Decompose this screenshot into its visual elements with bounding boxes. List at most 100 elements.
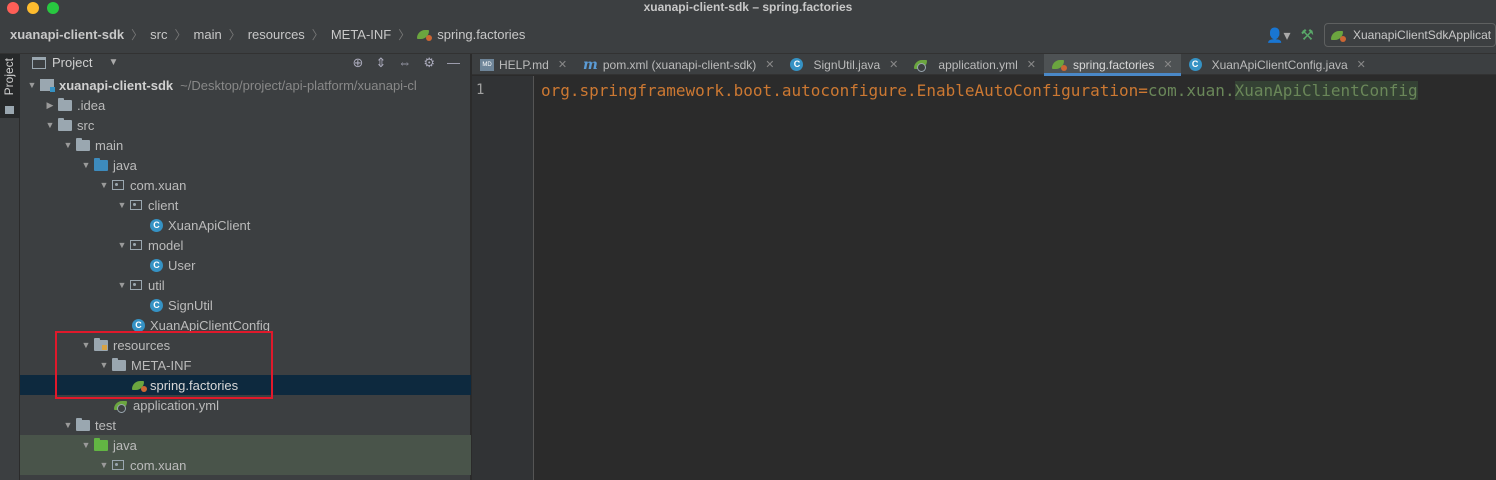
chevron-down-icon[interactable]: ▼ <box>114 280 130 290</box>
expand-all-icon[interactable]: ⇕ <box>375 55 386 71</box>
tree-node-class[interactable]: C User <box>20 255 471 275</box>
chevron-down-icon: ▼ <box>108 57 119 68</box>
tree-node-resources-folder[interactable]: ▼ resources <box>20 335 471 355</box>
tree-node-label: com.xuan <box>130 457 187 473</box>
spring-icon <box>417 30 433 41</box>
property-equals: = <box>1138 81 1148 100</box>
spring-icon <box>1051 60 1067 71</box>
code-line[interactable]: org.springframework.boot.autoconfigure.E… <box>541 81 1418 100</box>
editor-tab-bar: MD HELP.md ✕ m pom.xml (xuanapi-client-s… <box>472 54 1496 76</box>
code-editor[interactable]: 1 org.springframework.boot.autoconfigure… <box>472 76 1496 480</box>
chevron-down-icon[interactable]: ▼ <box>96 180 112 190</box>
project-tool-window-tab[interactable]: Project <box>0 54 20 118</box>
close-icon[interactable]: ✕ <box>1357 58 1366 71</box>
tab-label: XuanApiClientConfig.java <box>1211 57 1348 72</box>
folder-icon <box>112 357 126 371</box>
tree-node-folder[interactable]: ▼ main <box>20 135 471 155</box>
tree-node-test-folder[interactable]: ▼ java <box>20 435 471 455</box>
chevron-down-icon[interactable]: ▼ <box>78 340 94 350</box>
run-configuration-selector[interactable]: XuanapiClientSdkApplicat <box>1324 23 1496 47</box>
tree-node-package[interactable]: ▼ util <box>20 275 471 295</box>
tab-spring-factories[interactable]: spring.factories ✕ <box>1043 54 1181 76</box>
chevron-down-icon[interactable]: ▼ <box>78 160 94 170</box>
markdown-icon: MD <box>480 58 494 71</box>
folder-icon <box>76 137 90 151</box>
run-configuration-label: XuanapiClientSdkApplicat <box>1353 28 1492 42</box>
user-icon[interactable]: 👤▾ <box>1266 27 1290 44</box>
tree-node-package[interactable]: ▼ client <box>20 195 471 215</box>
chevron-down-icon[interactable]: ▼ <box>42 120 58 130</box>
tree-node-label: .idea <box>77 97 106 113</box>
close-icon[interactable]: ✕ <box>558 58 567 71</box>
tree-node-label: util <box>148 277 165 293</box>
breadcrumb-separator-icon: 〉 <box>398 28 411 42</box>
module-folder-icon <box>40 79 55 92</box>
tree-node-label: com.xuan <box>130 177 187 193</box>
project-panel-header: Project ▼ ⊕ ⇕ ⇔ ⚙ — <box>20 54 470 73</box>
package-icon <box>112 460 124 470</box>
tree-node-yml[interactable]: application.yml <box>20 395 471 415</box>
tree-node-label: xuanapi-client-sdk <box>59 77 174 93</box>
tab-label: SignUtil.java <box>813 57 881 72</box>
locate-file-icon[interactable]: ⊕ <box>353 55 364 71</box>
collapse-all-icon[interactable]: ⇔ <box>398 55 411 71</box>
close-icon[interactable]: ✕ <box>765 58 774 71</box>
tree-node-class[interactable]: C XuanApiClient <box>20 215 471 235</box>
class-icon: C <box>1188 58 1202 71</box>
chevron-down-icon[interactable]: ▼ <box>24 80 40 90</box>
navbar-actions: 👤▾ ⚒ XuanapiClientSdkApplicat <box>1266 23 1496 47</box>
close-icon[interactable]: ✕ <box>1163 58 1172 71</box>
tree-node-folder[interactable]: ▼ test <box>20 415 471 435</box>
tree-node-class[interactable]: C XuanApiClientConfig <box>20 315 471 335</box>
breadcrumb-item[interactable]: xuanapi-client-sdk <box>10 27 124 42</box>
tree-node-folder[interactable]: ▼ META-INF <box>20 355 471 375</box>
tree-node-package[interactable]: ▼ com.xuan <box>20 175 471 195</box>
chevron-down-icon[interactable]: ▼ <box>114 200 130 210</box>
breadcrumb-separator-icon: 〉 <box>174 28 187 42</box>
tree-node-label: src <box>77 117 95 133</box>
tree-node-class[interactable]: C SignUtil <box>20 295 471 315</box>
chevron-down-icon[interactable]: ▼ <box>78 440 94 450</box>
breadcrumb-separator-icon: 〉 <box>228 28 241 42</box>
tree-node-package[interactable]: ▼ model <box>20 235 471 255</box>
tree-node-package[interactable]: ▼ com.xuan <box>20 455 471 475</box>
tab-label: HELP.md <box>499 57 549 72</box>
chevron-right-icon[interactable]: ▶ <box>42 100 58 111</box>
chevron-down-icon[interactable]: ▼ <box>96 360 112 370</box>
chevron-down-icon[interactable]: ▼ <box>60 420 76 430</box>
project-tree: ▼ xuanapi-client-sdk ~/Desktop/project/a… <box>20 75 471 475</box>
tab-help-md[interactable]: MD HELP.md ✕ <box>472 54 575 75</box>
tree-node-folder[interactable]: ▼ src <box>20 115 471 135</box>
project-view-selector[interactable]: Project ▼ <box>32 55 118 70</box>
test-folder-icon <box>94 437 108 451</box>
chevron-down-icon[interactable]: ▼ <box>60 140 76 150</box>
tab-pom-xml[interactable]: m pom.xml (xuanapi-client-sdk) ✕ <box>575 54 782 75</box>
close-icon[interactable]: ✕ <box>1027 58 1036 71</box>
tree-node-label: XuanApiClient <box>168 217 251 233</box>
breadcrumb-item[interactable]: spring.factories <box>437 27 525 42</box>
tree-node-source-folder[interactable]: ▼ java <box>20 155 471 175</box>
chevron-down-icon[interactable]: ▼ <box>114 240 130 250</box>
navigation-bar: xuanapi-client-sdk 〉 src 〉 main 〉 resour… <box>0 16 1496 54</box>
chevron-down-icon[interactable]: ▼ <box>96 460 112 470</box>
gear-icon[interactable]: ⚙ <box>423 55 435 71</box>
close-icon[interactable]: ✕ <box>889 58 898 71</box>
tab-signutil-java[interactable]: C SignUtil.java ✕ <box>782 54 906 75</box>
tree-node-folder[interactable]: ▶ .idea <box>20 95 471 115</box>
source-folder-icon <box>94 157 108 171</box>
package-icon <box>130 200 142 210</box>
tab-xuanapiclientconfig-java[interactable]: C XuanApiClientConfig.java ✕ <box>1181 54 1374 75</box>
class-icon: C <box>132 318 145 332</box>
project-tool-label: Project <box>2 58 16 96</box>
tree-node-module[interactable]: ▼ xuanapi-client-sdk ~/Desktop/project/a… <box>20 75 471 95</box>
hide-panel-icon[interactable]: — <box>447 55 460 71</box>
tab-application-yml[interactable]: application.yml ✕ <box>906 54 1044 75</box>
breadcrumb-item[interactable]: main <box>194 27 222 42</box>
breadcrumb-item[interactable]: resources <box>248 27 305 42</box>
breadcrumb-item[interactable]: src <box>150 27 167 42</box>
breadcrumb-item[interactable]: META-INF <box>331 27 391 42</box>
build-hammer-icon[interactable]: ⚒ <box>1301 26 1314 44</box>
package-icon <box>130 280 142 290</box>
folder-icon <box>58 117 72 131</box>
tree-node-spring-factories[interactable]: spring.factories <box>20 375 471 395</box>
